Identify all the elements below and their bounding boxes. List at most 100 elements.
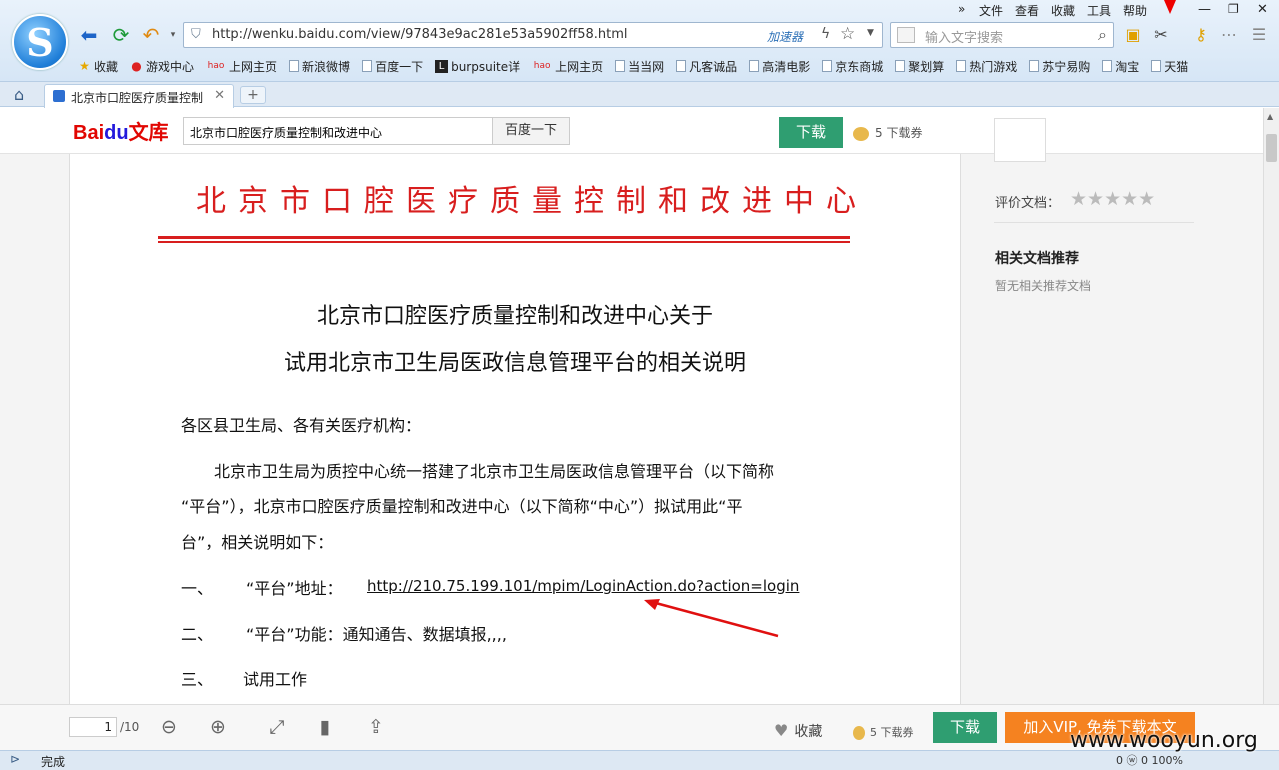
page-number-input[interactable]: 1 (69, 717, 117, 737)
bookmark-star-icon[interactable]: ☆ (840, 24, 855, 44)
doc-title-line2: 试用北京市卫生局医政信息管理平台的相关说明 (283, 351, 746, 376)
sidebar-toggle-icon[interactable]: ⊳ (10, 752, 20, 766)
back-icon[interactable]: ⬅ (78, 24, 100, 46)
wenku-search-button[interactable]: 百度一下 (492, 117, 570, 145)
search-icon[interactable]: ⌕ (1098, 25, 1107, 45)
list-text: 试用工作 (243, 670, 308, 689)
related-empty: 暂无相关推荐文档 (995, 279, 1092, 293)
refresh-icon[interactable]: ⟳ (110, 24, 132, 46)
new-tab-button[interactable]: + (240, 86, 266, 104)
extension-icon[interactable]: ▣ (1122, 24, 1144, 46)
platform-link[interactable]: http://210.75.199.101/mpim/LoginAction.d… (367, 576, 799, 595)
menu-tools[interactable]: 工具 (1087, 2, 1111, 18)
chevron-down-icon[interactable]: ▼ (867, 28, 874, 38)
fullscreen-icon[interactable]: ⤢ (265, 716, 289, 738)
red-arrow-marker-icon (1164, 0, 1176, 14)
body-text: 北京市卫生局为质控中心统一搭建了北京市卫生局医政信息管理平台（以下简称 (214, 462, 775, 481)
page-icon (615, 60, 626, 72)
rate-label: 评价文档： (995, 196, 1061, 211)
search-input[interactable]: 输入文字搜索 (925, 27, 1003, 46)
divider (994, 222, 1194, 223)
zoom-out-icon[interactable]: ⊖ (157, 716, 181, 738)
key-icon[interactable]: ⚷ (1190, 24, 1212, 46)
bookmark-item[interactable]: 聚划算 (895, 56, 944, 76)
bookmark-item[interactable]: 新浪微博 (289, 56, 350, 76)
favorite-button[interactable]: ♥ 收藏 (774, 721, 822, 741)
header-rule (158, 236, 850, 239)
restore-icon[interactable]: ❐ (1228, 2, 1239, 18)
share-icon[interactable]: ⇪ (364, 716, 388, 738)
home-icon[interactable]: ⌂ (14, 85, 24, 104)
star-icon: ★ (79, 58, 90, 73)
l-icon: L (435, 59, 449, 73)
bookmark-icon[interactable]: ▮ (313, 716, 337, 738)
menu-icon[interactable]: ☰ (1248, 24, 1270, 46)
body-text: “平台”），北京市口腔医疗质量控制和改进中心（以下简称“中心”）拟试用此“平 (181, 497, 743, 516)
bookmark-item[interactable]: ● 游戏中心 (130, 56, 194, 76)
shield-icon: ⛉ (191, 27, 201, 42)
list-text: “平台”功能：通知通告、数据填报,,,, (246, 625, 507, 644)
bookmark-item[interactable]: 苏宁易购 (1029, 56, 1090, 76)
download-coins: 5 下载券 (853, 124, 922, 141)
salutation: 各区县卫生局、各有关医疗机构： (181, 416, 422, 435)
bookmark-item[interactable]: 当当网 (615, 56, 664, 76)
tab-active[interactable]: 北京市口腔医疗质量控制 ✕ (44, 84, 234, 108)
bookmark-item[interactable]: Lburpsuite详 (435, 56, 520, 76)
undo-close-icon[interactable]: ↶ (140, 24, 162, 46)
heart-icon: ♥ (774, 721, 789, 740)
close-window-icon[interactable]: ✕ (1257, 2, 1268, 18)
download-button[interactable]: 下载 (933, 712, 997, 743)
chevron-down-icon[interactable]: ▾ (162, 24, 184, 46)
bookmark-item[interactable]: 淘宝 (1102, 56, 1139, 76)
chevron-double-icon[interactable]: » (958, 2, 965, 18)
zoom-in-icon[interactable]: ⊕ (206, 716, 230, 738)
uploader-avatar[interactable] (994, 118, 1046, 162)
page-icon (362, 60, 373, 72)
list-number: 二、 (181, 625, 214, 644)
url-text[interactable]: http://wenku.baidu.com/view/97843e9ac281… (212, 27, 628, 42)
coin-icon (853, 126, 869, 141)
bookmark-item[interactable]: hao 上网主页 (206, 56, 277, 76)
more-icon[interactable]: ⋯ (1218, 24, 1240, 46)
related-heading: 相关文档推荐 (995, 251, 1079, 267)
scissors-icon[interactable]: ✂ (1150, 24, 1172, 46)
rating-stars[interactable]: ★★★★★ (1070, 188, 1155, 210)
bookmark-item[interactable]: 热门游戏 (956, 56, 1017, 76)
sidebar (961, 154, 1263, 704)
bookmarks-bar: ★ 收藏 ● 游戏中心 hao 上网主页 新浪微博 百度一下 Lburpsuite详 … (78, 56, 1200, 76)
wenku-search-input[interactable]: 北京市口腔医疗质量控制和改进中心 (183, 117, 493, 145)
scrollbar[interactable]: ▲ (1263, 108, 1279, 704)
doc-title-line1: 北京市口腔医疗质量控制和改进中心关于 (316, 304, 713, 329)
page-icon (289, 60, 300, 72)
search-engine-icon[interactable] (897, 27, 915, 43)
bookmark-item[interactable]: 天猫 (1151, 56, 1188, 76)
bookmark-item[interactable]: 凡客诚品 (676, 56, 737, 76)
header-rule (158, 241, 850, 243)
wenku-logo[interactable]: Baidu文库 (73, 116, 169, 145)
browser-logo-icon: S (12, 14, 68, 70)
scroll-up-icon[interactable]: ▲ (1267, 112, 1273, 121)
page-icon (676, 60, 687, 72)
page-icon (1029, 60, 1040, 72)
download-button[interactable]: 下载 (779, 117, 843, 148)
tab-title: 北京市口腔医疗质量控制 (71, 91, 204, 105)
menu-file[interactable]: 文件 (979, 2, 1003, 18)
page-icon (822, 60, 833, 72)
address-bar[interactable]: ⛉ http://wenku.baidu.com/view/97843e9ac2… (183, 22, 883, 48)
scroll-thumb[interactable] (1266, 134, 1277, 162)
bookmark-item[interactable]: 高清电影 (749, 56, 810, 76)
bookmark-item[interactable]: 百度一下 (362, 56, 423, 76)
bookmark-item[interactable]: ★ 收藏 (78, 56, 118, 76)
menu-view[interactable]: 查看 (1015, 2, 1039, 18)
accelerator-label[interactable]: 加速器 (767, 28, 803, 45)
menu-favorites[interactable]: 收藏 (1051, 2, 1075, 18)
search-box[interactable]: 输入文字搜索 ⌕ (890, 22, 1114, 48)
bookmark-item[interactable]: 京东商城 (822, 56, 883, 76)
close-tab-icon[interactable]: ✕ (214, 88, 225, 103)
bookmark-item[interactable]: hao 上网主页 (532, 56, 603, 76)
status-text: 完成 (41, 755, 66, 769)
lightning-icon[interactable]: ϟ (821, 26, 830, 42)
menu-help[interactable]: 帮助 (1123, 2, 1147, 18)
list-label: “平台”地址： (246, 579, 343, 598)
minimize-icon[interactable]: — (1198, 2, 1211, 18)
